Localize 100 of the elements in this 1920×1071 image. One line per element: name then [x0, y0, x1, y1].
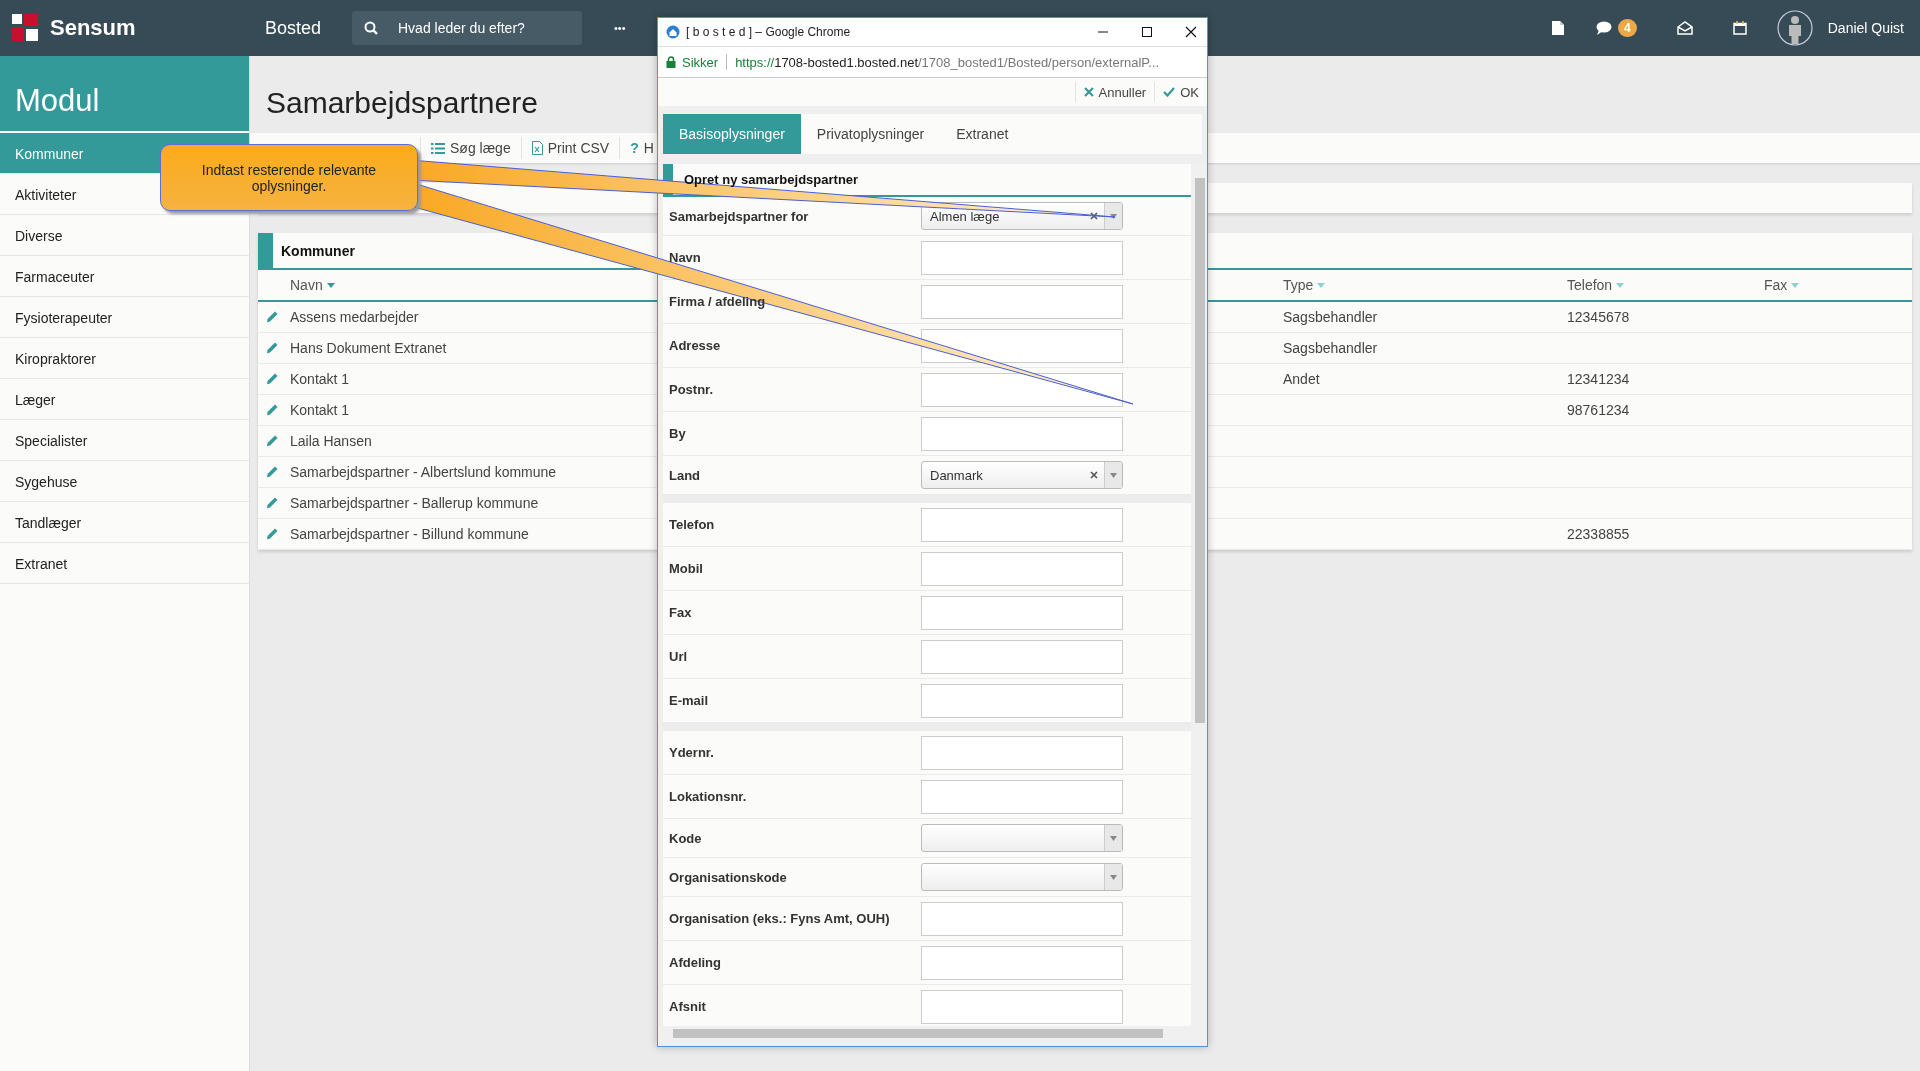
chat-icon[interactable] [1596, 21, 1613, 35]
mail-icon[interactable] [1676, 21, 1693, 35]
sidebar-item[interactable]: Extranet [0, 543, 249, 584]
sidebar-item[interactable]: Sygehuse [0, 461, 249, 502]
pencil-icon[interactable] [266, 435, 278, 447]
tab[interactable]: Privatoplysninger [800, 114, 941, 154]
table-cell: Kontakt 1 [290, 402, 350, 418]
input-field[interactable] [921, 372, 1123, 407]
field-label: Afsnit [669, 999, 707, 1014]
field-label: Organisationskode [669, 869, 788, 885]
address-bar[interactable]: Sikker https://1708-bosted1.bosted.net/1708_bosted1/Bosted/person/externalP... [658, 46, 1207, 78]
field-label: Telefon [669, 517, 716, 532]
lock-icon [666, 56, 676, 68]
input-field[interactable] [921, 779, 1123, 814]
input-field[interactable] [921, 240, 1123, 275]
home-icon [666, 25, 680, 39]
input-field[interactable] [921, 989, 1123, 1024]
caret-icon [1110, 874, 1117, 880]
column-header[interactable]: Navn [290, 277, 323, 293]
table-cell: Hans Dokument Extranet [290, 340, 447, 356]
table-cell: Samarbejdspartner - Billund kommune [290, 526, 529, 542]
input-field[interactable] [921, 551, 1123, 586]
toolbar-button[interactable]: Print CSV [520, 137, 620, 159]
close-icon[interactable] [1185, 26, 1197, 38]
pencil-icon[interactable] [266, 497, 278, 509]
input-field[interactable] [921, 683, 1123, 718]
input-field[interactable] [921, 416, 1123, 451]
field-label: Lokationsnr. [669, 789, 748, 804]
sort-caret-icon[interactable] [1791, 282, 1800, 288]
calendar-icon[interactable] [1732, 21, 1747, 35]
callout-tooltip: Indtast resterende relevante oplysninger. [160, 144, 418, 211]
table-cell: Samarbejdspartner - Ballerup kommune [290, 495, 539, 511]
table-cell: Andet [1283, 371, 1320, 387]
input-field[interactable] [921, 328, 1123, 363]
close-icon [1083, 87, 1094, 97]
field-label: Kode [669, 830, 703, 846]
field-label: Mobil [669, 561, 704, 576]
sidebar-item[interactable]: Læger [0, 379, 249, 420]
sidebar-item[interactable]: Fysioterapeuter [0, 297, 249, 338]
sidebar-title: Modul [0, 56, 249, 133]
window-title: [ b o s t e d ] – Google Chrome [686, 25, 851, 39]
pencil-icon[interactable] [266, 404, 278, 416]
module-name: Bosted [265, 17, 323, 39]
dropdown[interactable] [921, 863, 1123, 891]
sort-caret-icon[interactable] [1616, 282, 1625, 288]
brand-name: Sensum [50, 15, 136, 41]
input-field[interactable] [921, 284, 1123, 319]
input-field[interactable] [921, 901, 1123, 936]
search-icon [364, 21, 378, 35]
document-icon[interactable] [1552, 21, 1565, 35]
column-header[interactable]: Fax [1764, 277, 1788, 293]
table-cell: Sagsbehandler [1283, 309, 1378, 325]
notification-badge: 4 [1618, 19, 1637, 37]
dropdown[interactable]: Danmark [921, 461, 1123, 489]
pencil-icon[interactable] [266, 311, 278, 323]
input-field[interactable] [921, 595, 1123, 630]
search-field[interactable]: Hvad leder du efter? [352, 11, 582, 45]
user-name[interactable]: Daniel Quist [1827, 20, 1904, 36]
pencil-icon[interactable] [266, 342, 278, 354]
field-label: Fax [669, 605, 693, 620]
column-header[interactable]: Telefon [1567, 277, 1613, 293]
sort-caret-icon[interactable] [1317, 282, 1326, 288]
field-label: Ydernr. [669, 745, 715, 760]
field-label: By [669, 426, 687, 441]
tab[interactable]: Extranet [940, 114, 1025, 154]
input-field[interactable] [921, 945, 1123, 980]
maximize-icon[interactable] [1141, 26, 1153, 38]
table-cell: Sagsbehandler [1283, 340, 1378, 356]
sidebar-item[interactable]: Kiropraktorer [0, 338, 249, 379]
pencil-icon[interactable] [266, 466, 278, 478]
field-label: Adresse [669, 338, 722, 353]
more-button[interactable]: ••• [614, 22, 626, 34]
column-header[interactable]: Type [1283, 277, 1314, 293]
sidebar-item[interactable]: Farmaceuter [0, 256, 249, 297]
table-cell: Assens medarbejder [290, 309, 419, 325]
toolbar-button[interactable]: Søg læge [420, 137, 521, 159]
input-field[interactable] [921, 639, 1123, 674]
field-label: Firma / afdeling [669, 294, 767, 309]
table-cell: 12341234 [1567, 371, 1630, 387]
avatar-icon[interactable] [1776, 10, 1813, 46]
caret-icon [1110, 835, 1117, 841]
field-label: Afdeling [669, 955, 722, 970]
pencil-icon[interactable] [266, 373, 278, 385]
sort-caret-icon[interactable] [326, 282, 335, 288]
sidebar-item[interactable]: Diverse [0, 215, 249, 256]
dropdown[interactable] [921, 824, 1123, 852]
ok-button[interactable]: OK [1154, 82, 1207, 102]
sidebar-item[interactable]: Specialister [0, 420, 249, 461]
spreadsheet-file-icon [531, 141, 543, 155]
form-title: Opret ny samarbejdspartner [684, 172, 859, 187]
cancel-button[interactable]: Annuller [1074, 82, 1155, 102]
field-label: Postnr. [669, 382, 715, 397]
table-cell: 12345678 [1567, 309, 1630, 325]
caret-icon [1110, 472, 1117, 478]
pencil-icon[interactable] [266, 528, 278, 540]
clear-icon[interactable] [1090, 471, 1098, 479]
logo-icon [12, 14, 40, 42]
input-field[interactable] [921, 507, 1123, 542]
input-field[interactable] [921, 735, 1123, 770]
sidebar-item[interactable]: Tandlæger [0, 502, 249, 543]
